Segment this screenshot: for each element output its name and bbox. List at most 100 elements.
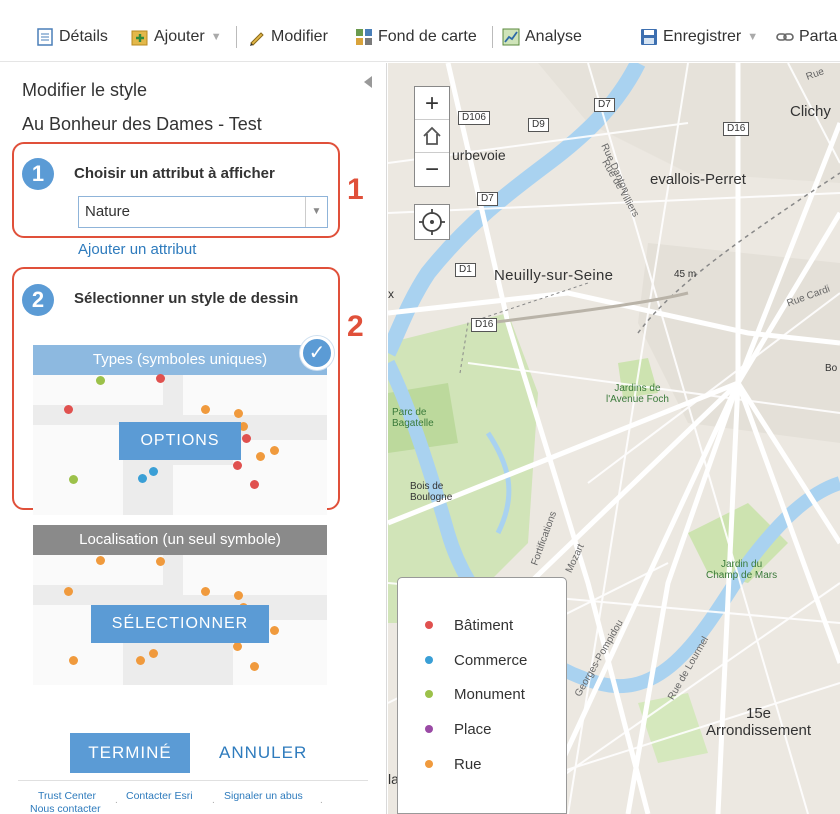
panel-title: Modifier le style <box>22 80 148 100</box>
add-icon <box>131 28 149 46</box>
toolbar-divider <box>236 26 237 48</box>
map-dot <box>250 662 259 671</box>
road-shield-d1: D1 <box>455 263 476 277</box>
options-button[interactable]: OPTIONS <box>119 422 241 460</box>
cancel-button[interactable]: ANNULER <box>219 743 307 763</box>
legend-swatch <box>425 725 433 733</box>
map-dot <box>64 405 73 414</box>
zoom-controls: + − <box>414 86 450 187</box>
zoom-in-button[interactable]: + <box>415 87 449 120</box>
map-label-clichy: Clichy <box>790 103 831 120</box>
locate-button[interactable] <box>414 204 450 240</box>
step2-label: Sélectionner un style de dessin <box>74 290 299 307</box>
map-label-levallois: evallois-Perret <box>650 171 746 188</box>
share-button[interactable]: Parta <box>776 25 837 49</box>
map-dot <box>270 446 279 455</box>
map-dot <box>201 587 210 596</box>
map-dot <box>233 461 242 470</box>
home-button[interactable] <box>415 120 449 153</box>
map-dot <box>136 656 145 665</box>
done-button[interactable]: TERMINÉ <box>70 733 190 773</box>
footer-link-report[interactable]: Signaler un abus <box>224 790 303 802</box>
analysis-label: Analyse <box>525 28 582 45</box>
map-dot <box>96 556 105 565</box>
add-button[interactable]: Ajouter ▼ <box>131 25 222 49</box>
legend-item: Monument <box>425 684 525 704</box>
share-label: Parta <box>799 28 838 45</box>
locate-icon <box>419 209 445 235</box>
legend-label: Rue <box>454 755 482 773</box>
pencil-icon <box>248 28 266 46</box>
road-shield-d7: D7 <box>594 98 615 112</box>
map-label-bois-boulogne: Bois de Boulogne <box>410 481 453 503</box>
footer-separator: . <box>320 795 323 806</box>
attribute-select-value: Nature <box>85 203 131 220</box>
legend-item: Place <box>425 719 492 739</box>
footer-separator: . <box>115 795 118 806</box>
footer-separator: . <box>212 795 215 806</box>
add-label: Ajouter <box>154 28 205 45</box>
basemap-button[interactable]: Fond de carte <box>355 25 477 49</box>
legend-panel: Bâtiment Commerce Monument Place Rue <box>397 577 567 814</box>
link-icon <box>776 28 794 46</box>
details-button[interactable]: Détails <box>36 25 108 49</box>
road-shield-d7: D7 <box>477 192 498 206</box>
map-label-parc-bagatelle: Parc de Bagatelle <box>392 407 434 429</box>
add-attribute-link[interactable]: Ajouter un attribut <box>78 241 196 258</box>
map-dot <box>250 480 259 489</box>
style-card-types-title: Types (symboles uniques) <box>33 345 327 375</box>
footer-divider <box>18 780 368 781</box>
legend-label: Bâtiment <box>454 616 514 634</box>
zoom-out-button[interactable]: − <box>415 153 449 186</box>
select-style-button[interactable]: SÉLECTIONNER <box>91 605 269 643</box>
road-shield-d9: D9 <box>528 118 549 132</box>
legend-item: Bâtiment <box>425 615 513 635</box>
step1-number-badge: 1 <box>22 158 54 190</box>
toolbar-divider <box>492 26 493 48</box>
map-dot <box>149 649 158 658</box>
footer-link-trust[interactable]: Trust Center <box>38 790 96 802</box>
save-icon <box>640 28 658 46</box>
style-card-location-title: Localisation (un seul symbole) <box>33 525 327 555</box>
style-card-location[interactable]: Localisation (un seul symbole) SÉLECTION… <box>33 525 327 685</box>
map-dot <box>138 474 147 483</box>
map-dot <box>69 656 78 665</box>
map-dot <box>242 434 251 443</box>
step2-annotation: 2 <box>347 310 364 343</box>
map-dot <box>69 475 78 484</box>
map-label-champ-mars: Jardin du Champ de Mars <box>706 559 778 581</box>
map-dot <box>156 374 165 383</box>
basemap-label: Fond de carte <box>378 28 477 45</box>
road-shield-d16: D16 <box>471 318 498 332</box>
collapse-panel-icon[interactable] <box>364 76 372 88</box>
analysis-icon <box>502 28 520 46</box>
chevron-down-icon: ▼ <box>210 31 222 43</box>
map-dot <box>233 642 242 651</box>
legend-item: Rue <box>425 754 482 774</box>
attribute-select[interactable]: Nature ▼ <box>78 196 328 228</box>
step1-annotation: 1 <box>347 173 364 206</box>
road-shield-d106: D106 <box>458 111 490 125</box>
modify-button[interactable]: Modifier <box>248 25 328 49</box>
map-dot <box>149 467 158 476</box>
step1-label: Choisir un attribut à afficher <box>74 165 275 182</box>
map-label-jardins-foch: Jardins de l'Avenue Foch <box>606 383 669 405</box>
map-dot <box>234 409 243 418</box>
style-card-types[interactable]: Types (symboles uniques) OPTIONS <box>33 345 327 515</box>
road-shield-d16: D16 <box>723 122 750 136</box>
legend-swatch <box>425 621 433 629</box>
footer-link-contact[interactable]: Nous contacter <box>30 803 101 814</box>
save-label: Enregistrer <box>663 28 742 45</box>
map-label-x: x <box>388 287 394 301</box>
map-dot <box>256 452 265 461</box>
legend-swatch <box>425 690 433 698</box>
analysis-button[interactable]: Analyse <box>502 25 582 49</box>
save-button[interactable]: Enregistrer ▼ <box>640 25 758 49</box>
footer-link-contact-esri[interactable]: Contacter Esri <box>126 790 193 802</box>
map-label-courbevoie: urbevoie <box>452 147 506 163</box>
map-dot <box>201 405 210 414</box>
legend-label: Monument <box>454 685 525 703</box>
legend-label: Commerce <box>454 651 528 669</box>
map-label-bo: Bo <box>825 363 838 374</box>
chevron-down-icon[interactable]: ▼ <box>305 197 327 227</box>
